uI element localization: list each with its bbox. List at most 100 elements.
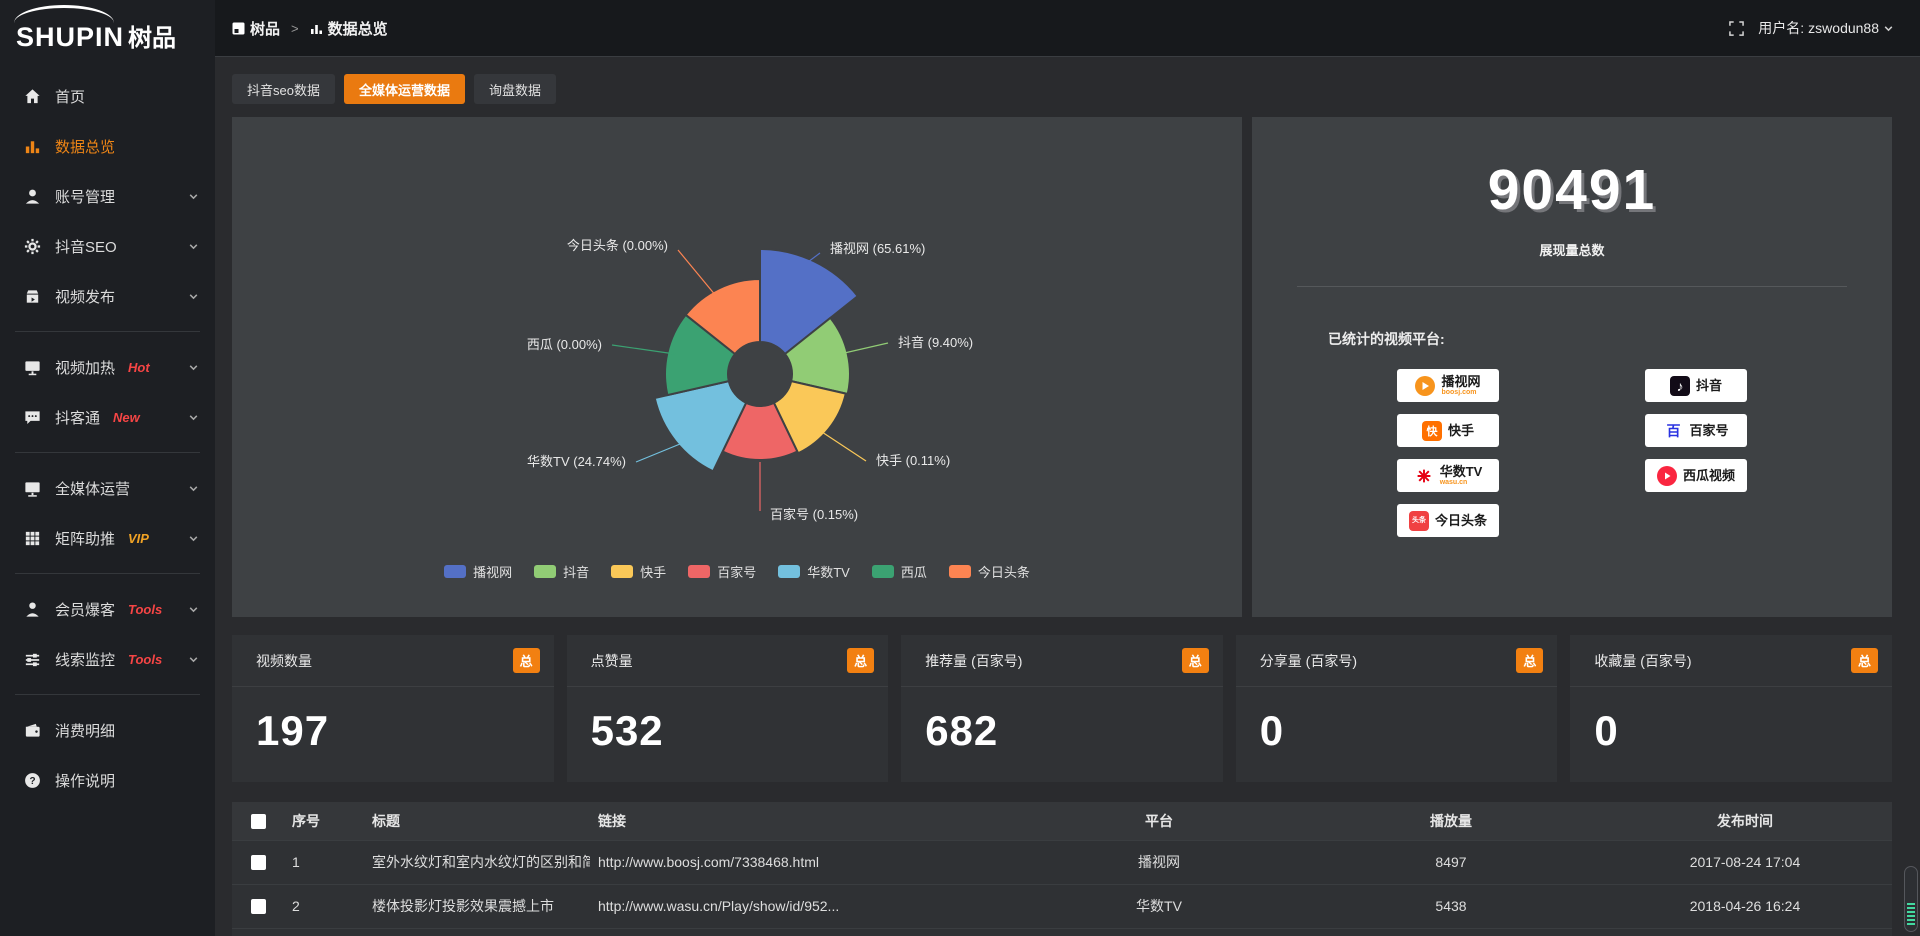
- sidebar-item-video-heating[interactable]: 视频加热Hot: [0, 342, 215, 392]
- scrollbar-widget[interactable]: [1904, 866, 1918, 932]
- chevron-down-icon: [188, 291, 199, 302]
- boosj-icon: [1415, 376, 1435, 396]
- sidebar-item-label: 操作说明: [55, 770, 115, 791]
- legend-item-toutiao[interactable]: 今日头条: [949, 562, 1030, 581]
- platform-name: 抖音: [1696, 379, 1722, 393]
- sidebar-item-douketong[interactable]: 抖客通New: [0, 392, 215, 442]
- legend-swatch: [534, 565, 556, 578]
- legend-item-boosj[interactable]: 播视网: [444, 562, 512, 581]
- sidebar-item-badge: Tools: [128, 602, 162, 617]
- panels-row: 播视网 (65.61%)抖音 (9.40%)快手 (0.11%)百家号 (0.1…: [232, 117, 1892, 617]
- legend-swatch: [688, 565, 710, 578]
- platform-badge-baijiahao[interactable]: 百百家号: [1645, 414, 1747, 447]
- platform-name: 百家号: [1689, 424, 1728, 438]
- legend-item-wasutv[interactable]: 华数TV: [778, 562, 850, 581]
- baijiahao-icon: 百: [1663, 421, 1683, 441]
- platform-name: 快手: [1448, 424, 1474, 438]
- sidebar-item-video-publish[interactable]: 视频发布: [0, 271, 215, 321]
- sidebar-item-operation-guide[interactable]: ?操作说明: [0, 755, 215, 805]
- row-checkbox-cell: [232, 884, 284, 928]
- table-header-2: 链接: [590, 802, 1014, 840]
- platform-name: 播视网: [1441, 375, 1480, 389]
- platform-badge-wasutv[interactable]: 华数TVwasu.cn: [1397, 459, 1499, 492]
- sidebar: SHUPIN 树品 首页数据总览账号管理抖音SEO视频发布视频加热Hot抖客通N…: [0, 0, 215, 936]
- xigua-icon: [1657, 466, 1677, 486]
- table-body: 1 室外水纹灯和室内水纹灯的区别和简介 http://www.boosj.com…: [232, 840, 1892, 936]
- cell-title[interactable]: 室外水纹灯和室内水纹灯的区别和简介: [364, 840, 590, 884]
- sidebar-divider: [15, 452, 200, 453]
- sidebar-item-douyin-seo[interactable]: 抖音SEO: [0, 221, 215, 271]
- sidebar-item-label: 数据总览: [55, 136, 115, 157]
- cell-link[interactable]: http://www.boosj.com/7338468.html: [590, 840, 1014, 884]
- pie-label-leader: [678, 250, 721, 302]
- platform-badge-kuaishou[interactable]: 快快手: [1397, 414, 1499, 447]
- platform-badge-douyin[interactable]: ♪抖音: [1645, 369, 1747, 402]
- kuaishou-icon: 快: [1422, 421, 1442, 441]
- legend-item-kuaishou[interactable]: 快手: [611, 562, 666, 581]
- tab-omnimedia-data[interactable]: 全媒体运营数据: [344, 74, 465, 104]
- fullscreen-icon[interactable]: [1729, 21, 1744, 36]
- sidebar-item-badge: VIP: [128, 531, 149, 546]
- breadcrumb-current[interactable]: 数据总览: [328, 18, 388, 39]
- pie-slice-label: 西瓜 (0.00%): [527, 337, 602, 352]
- sidebar-item-clue-monitor[interactable]: 线索监控Tools: [0, 634, 215, 684]
- sidebar-item-member-baoke[interactable]: 会员爆客Tools: [0, 584, 215, 634]
- summary-divider: [1297, 286, 1847, 287]
- breadcrumb-root[interactable]: 树品: [250, 18, 280, 39]
- chart-legend: 播视网 抖音 快手 百家号 华数TV 西瓜 今日头条: [232, 562, 1242, 581]
- breadcrumb-current-icon: [310, 22, 323, 35]
- platform-badge-toutiao[interactable]: 头条今日头条: [1397, 504, 1499, 537]
- sidebar-item-label: 线索监控: [55, 649, 115, 670]
- sidebar-item-omni-media[interactable]: 全媒体运营: [0, 463, 215, 513]
- cell-published: 2018-04-26 16:24: [1598, 884, 1892, 928]
- tabs-row: 抖音seo数据全媒体运营数据询盘数据: [232, 74, 1892, 104]
- table-row-partial: [232, 928, 1892, 936]
- sidebar-item-badge: Hot: [128, 360, 150, 375]
- legend-swatch: [444, 565, 466, 578]
- table-header-3: 平台: [1014, 802, 1304, 840]
- total-badge[interactable]: 总: [1851, 648, 1878, 673]
- stat-card-header: 收藏量 (百家号) 总: [1570, 635, 1892, 687]
- row-checkbox[interactable]: [251, 899, 266, 914]
- legend-item-xigua[interactable]: 西瓜: [872, 562, 927, 581]
- main-area: 树品 > 数据总览 用户名: zswodun88: [215, 0, 1920, 936]
- breadcrumb: 树品 > 数据总览: [232, 18, 388, 39]
- row-checkbox[interactable]: [251, 855, 266, 870]
- tab-douyin-seo-data[interactable]: 抖音seo数据: [232, 74, 335, 104]
- sidebar-item-data-overview[interactable]: 数据总览: [0, 121, 215, 171]
- app-layout: SHUPIN 树品 首页数据总览账号管理抖音SEO视频发布视频加热Hot抖客通N…: [0, 0, 1920, 936]
- total-badge[interactable]: 总: [1516, 648, 1543, 673]
- logo-text-en: SHUPIN: [16, 24, 124, 51]
- sliders-icon: [22, 649, 42, 669]
- legend-item-baijiahao[interactable]: 百家号: [688, 562, 756, 581]
- chevron-down-icon: [188, 241, 199, 252]
- pie-slice-label: 华数TV (24.74%): [527, 454, 626, 469]
- logo-arc-icon: [14, 5, 114, 23]
- legend-label: 快手: [640, 562, 666, 581]
- pie-slice-label: 百家号 (0.15%): [770, 507, 858, 522]
- username-value: zswodun88: [1808, 20, 1879, 36]
- select-all-checkbox[interactable]: [251, 814, 266, 829]
- sidebar-item-label: 全媒体运营: [55, 478, 130, 499]
- total-badge[interactable]: 总: [847, 648, 874, 673]
- cell-link[interactable]: http://www.wasu.cn/Play/show/id/952...: [590, 884, 1014, 928]
- sidebar-item-home[interactable]: 首页: [0, 71, 215, 121]
- user-area: 用户名: zswodun88: [1729, 18, 1894, 38]
- table-row: 1 室外水纹灯和室内水纹灯的区别和简介 http://www.boosj.com…: [232, 840, 1892, 884]
- sidebar-item-account-management[interactable]: 账号管理: [0, 171, 215, 221]
- sidebar-item-matrix-boost[interactable]: 矩阵助推VIP: [0, 513, 215, 563]
- platform-badge-boosj[interactable]: 播视网boosj.com: [1397, 369, 1499, 402]
- sidebar-item-label: 抖音SEO: [55, 236, 117, 257]
- total-badge[interactable]: 总: [1182, 648, 1209, 673]
- total-badge[interactable]: 总: [513, 648, 540, 673]
- table-header-0: 序号: [284, 802, 364, 840]
- username-dropdown[interactable]: 用户名: zswodun88: [1758, 18, 1894, 38]
- platform-badges-right-column: ♪抖音百百家号西瓜视频: [1645, 369, 1747, 537]
- platform-name: 今日头条: [1435, 514, 1487, 528]
- platform-badge-xigua[interactable]: 西瓜视频: [1645, 459, 1747, 492]
- sidebar-item-consumption-detail[interactable]: 消费明细: [0, 705, 215, 755]
- cell-title[interactable]: 楼体投影灯投影效果震撼上市: [364, 884, 590, 928]
- legend-item-douyin[interactable]: 抖音: [534, 562, 589, 581]
- tab-inquiry-data[interactable]: 询盘数据: [474, 74, 556, 104]
- chevron-down-icon: [188, 412, 199, 423]
